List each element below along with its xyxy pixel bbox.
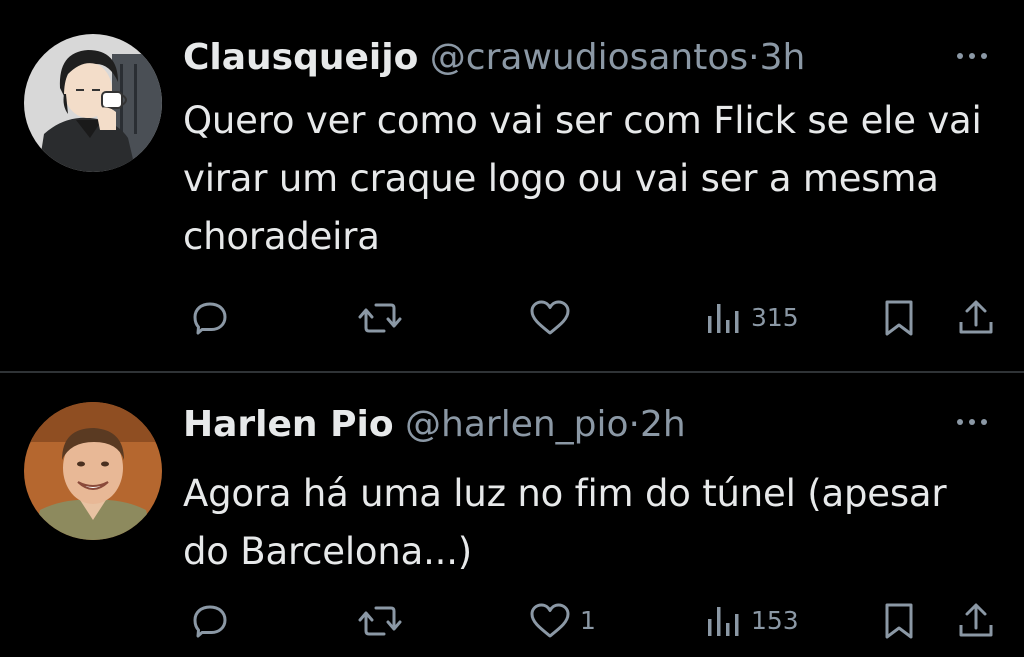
like-button[interactable]: 1 — [528, 599, 596, 643]
retweet-button[interactable] — [358, 296, 410, 340]
reply-icon — [193, 605, 227, 638]
bookmark-button[interactable] — [881, 296, 917, 340]
tweet-header: Harlen Pio @harlen_pio·2h — [183, 403, 686, 447]
view-count: 153 — [751, 606, 799, 635]
tweet[interactable]: Clausqueijo @crawudiosantos·3h Quero ver… — [0, 0, 1024, 372]
timestamp[interactable]: 2h — [640, 404, 686, 445]
handle[interactable]: @harlen_pio — [405, 404, 629, 445]
display-name[interactable]: Clausqueijo — [183, 37, 418, 78]
avatar-image — [24, 402, 162, 540]
view-count: 315 — [751, 303, 799, 332]
views-icon — [708, 304, 739, 333]
tweet-text: Agora há uma luz no fim do túnel (apesar… — [183, 472, 947, 573]
views-button[interactable]: 153 — [705, 599, 799, 643]
more-icon[interactable] — [952, 412, 992, 432]
share-icon — [959, 603, 993, 637]
bookmark-icon — [885, 300, 913, 336]
like-icon — [530, 603, 570, 638]
views-button[interactable]: 315 — [705, 296, 799, 340]
more-icon[interactable] — [952, 46, 992, 66]
display-name[interactable]: Harlen Pio — [183, 404, 394, 445]
share-button[interactable] — [956, 599, 996, 643]
avatar-image — [24, 34, 162, 172]
bookmark-icon — [885, 603, 913, 639]
separator: · — [628, 404, 640, 445]
reply-button[interactable] — [190, 296, 238, 340]
action-bar: 315 — [0, 296, 1024, 340]
share-button[interactable] — [956, 296, 996, 340]
tweet-text: Quero ver como vai ser com Flick se ele … — [183, 99, 982, 258]
retweet-icon — [358, 606, 402, 636]
retweet-icon — [358, 303, 402, 333]
retweet-button[interactable] — [358, 599, 410, 643]
like-icon — [530, 300, 570, 335]
handle[interactable]: @crawudiosantos — [430, 37, 748, 78]
bookmark-button[interactable] — [881, 599, 917, 643]
reply-button[interactable] — [190, 599, 238, 643]
share-icon — [959, 300, 993, 334]
timestamp[interactable]: 3h — [760, 37, 806, 78]
tweet-header: Clausqueijo @crawudiosantos·3h — [183, 36, 805, 80]
separator: · — [748, 37, 760, 78]
like-button[interactable] — [528, 296, 580, 340]
avatar[interactable] — [24, 402, 162, 540]
action-bar: 1 153 — [0, 599, 1024, 643]
like-count: 1 — [580, 606, 596, 635]
views-icon — [708, 607, 739, 636]
timeline: Clausqueijo @crawudiosantos·3h Quero ver… — [0, 0, 1024, 657]
reply-icon — [193, 302, 227, 335]
avatar[interactable] — [24, 34, 162, 172]
tweet[interactable]: Harlen Pio @harlen_pio·2h Agora há uma l… — [0, 373, 1024, 657]
